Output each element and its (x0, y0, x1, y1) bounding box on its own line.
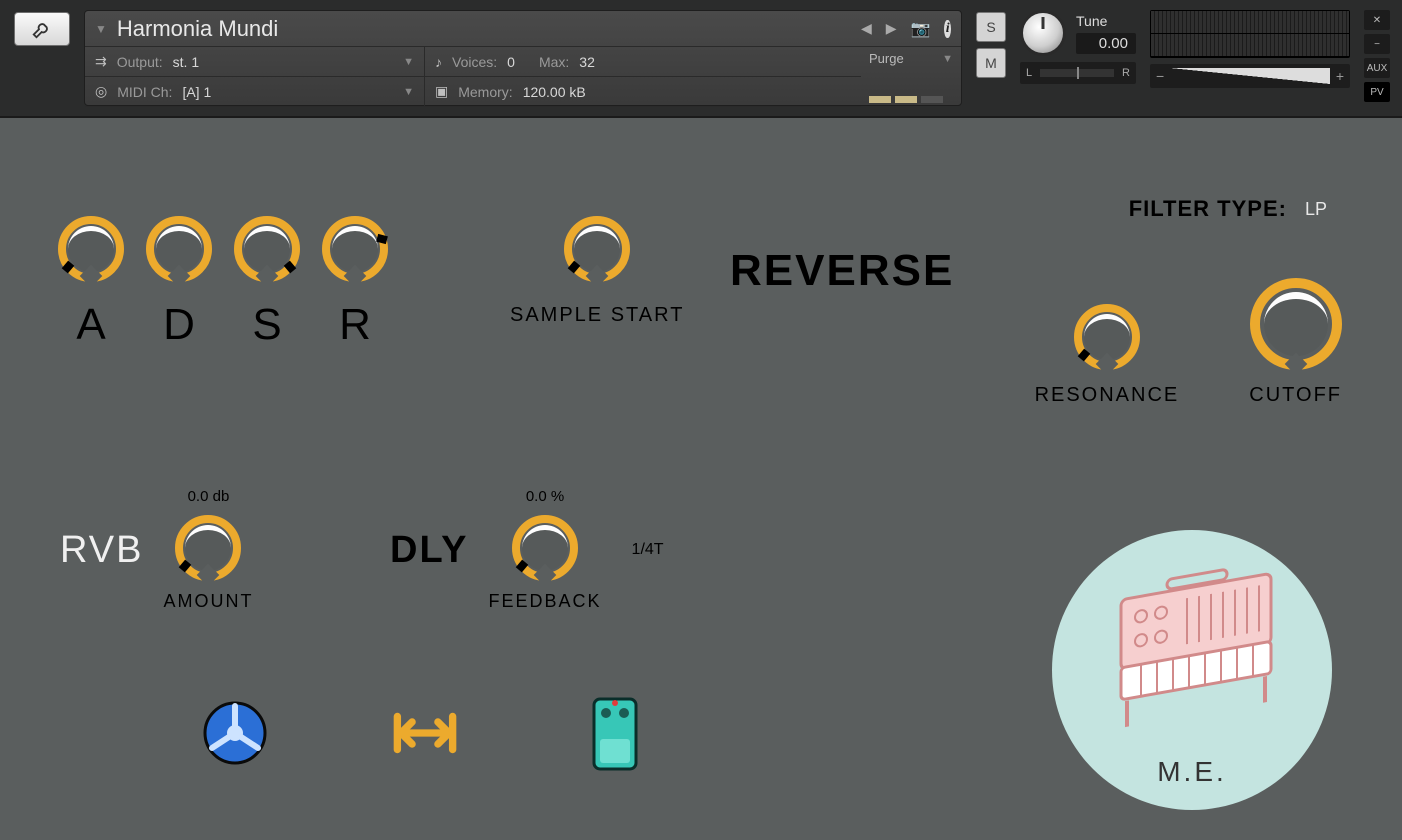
plus-icon[interactable]: + (1336, 68, 1344, 84)
delay-value: 0.0 % (526, 488, 564, 505)
sustain-label: S (234, 300, 300, 350)
brand-logo: M.E. (1052, 530, 1332, 810)
tune-value[interactable]: 0.00 (1076, 33, 1136, 54)
decay-label: D (146, 300, 212, 350)
output-meters (1150, 10, 1350, 58)
sustain-knob[interactable] (234, 216, 300, 282)
tune-section: Tune 0.00 L R (1020, 10, 1136, 106)
pan-slider[interactable]: L R (1020, 62, 1136, 84)
tune-label: Tune (1076, 13, 1136, 29)
synth-illustration-icon (1097, 564, 1287, 754)
midi-row[interactable]: ◎ MIDI Ch: [A] 1 ▼ (85, 77, 425, 107)
dropdown-icon: ▼ (403, 86, 414, 98)
reverb-amount-label: AMOUNT (163, 591, 253, 612)
instrument-name: Harmonia Mundi (117, 16, 278, 42)
filter-type-label: FILTER TYPE: (1129, 196, 1287, 222)
tune-knob[interactable] (1020, 10, 1066, 56)
release-label: R (322, 300, 388, 350)
filter-type-value[interactable]: LP (1305, 199, 1327, 220)
sample-start-label: SAMPLE START (510, 304, 684, 327)
tape-fx-button[interactable] (200, 698, 270, 768)
kontakt-header: ▼ Harmonia Mundi ◀ ▶ 📷 i ⇉ Output: st. 1… (0, 0, 1402, 118)
instrument-title-row[interactable]: ▼ Harmonia Mundi (85, 11, 861, 47)
expand-icon: ▼ (95, 22, 107, 36)
delay-time-value[interactable]: 1/4T (632, 541, 664, 559)
purge-menu[interactable]: Purge ▼ (869, 51, 953, 66)
pedal-fx-button[interactable] (580, 698, 650, 768)
route-icon: ⇉ (95, 53, 107, 70)
memory-row: ▣ Memory: 120.00 kB (425, 77, 861, 107)
volume-slider[interactable]: − + (1150, 64, 1350, 88)
memory-indicator (869, 96, 953, 103)
reverb-amount-knob[interactable] (175, 515, 241, 581)
delay-feedback-label: FEEDBACK (489, 591, 602, 612)
width-fx-button[interactable] (390, 698, 460, 768)
snapshot-icon[interactable]: 📷 (911, 19, 931, 39)
instrument-body: A D S R SAMPLE START REVERSE FILTER TYPE… (0, 118, 1402, 840)
output-row[interactable]: ⇉ Output: st. 1 ▼ (85, 47, 425, 77)
pv-button[interactable]: PV (1364, 82, 1390, 102)
memory-icon: ▣ (435, 83, 448, 100)
volume-ramp-icon (1170, 68, 1330, 84)
reel-icon (202, 700, 268, 766)
mute-button[interactable]: M (976, 48, 1006, 78)
stretch-icon (390, 711, 460, 755)
next-preset-icon[interactable]: ▶ (886, 20, 897, 37)
reverb-label: RVB (60, 529, 143, 572)
resonance-label: RESONANCE (1035, 384, 1180, 407)
resonance-knob[interactable] (1074, 304, 1140, 370)
minimize-button[interactable]: − (1364, 34, 1390, 54)
adsr-section: A D S R (58, 216, 388, 350)
minus-icon[interactable]: − (1156, 68, 1164, 84)
pedal-icon (590, 693, 640, 773)
cutoff-label: CUTOFF (1249, 384, 1342, 407)
close-button[interactable]: ✕ (1364, 10, 1390, 30)
aux-button[interactable]: AUX (1364, 58, 1390, 78)
solo-button[interactable]: S (976, 12, 1006, 42)
instrument-info-panel: ▼ Harmonia Mundi ◀ ▶ 📷 i ⇉ Output: st. 1… (84, 10, 962, 106)
prev-preset-icon[interactable]: ◀ (861, 20, 872, 37)
reverse-button[interactable]: REVERSE (730, 246, 954, 296)
voices-row: ♪ Voices: 0 Max: 32 (425, 47, 861, 77)
brand-text: M.E. (1157, 756, 1227, 788)
midi-icon: ◎ (95, 83, 107, 100)
info-icon[interactable]: i (944, 20, 951, 38)
delay-feedback-knob[interactable] (512, 515, 578, 581)
attack-knob[interactable] (58, 216, 124, 282)
dropdown-icon: ▼ (403, 56, 414, 68)
wrench-icon (31, 18, 53, 40)
decay-knob[interactable] (146, 216, 212, 282)
voices-icon: ♪ (435, 54, 442, 70)
release-knob[interactable] (322, 216, 388, 282)
sample-start-knob[interactable] (564, 216, 630, 282)
reverb-value: 0.0 db (188, 488, 230, 505)
dropdown-icon: ▼ (942, 53, 953, 65)
wrench-button[interactable] (14, 12, 70, 46)
attack-label: A (58, 300, 124, 350)
delay-label: DLY (390, 529, 469, 572)
cutoff-knob[interactable] (1250, 278, 1342, 370)
